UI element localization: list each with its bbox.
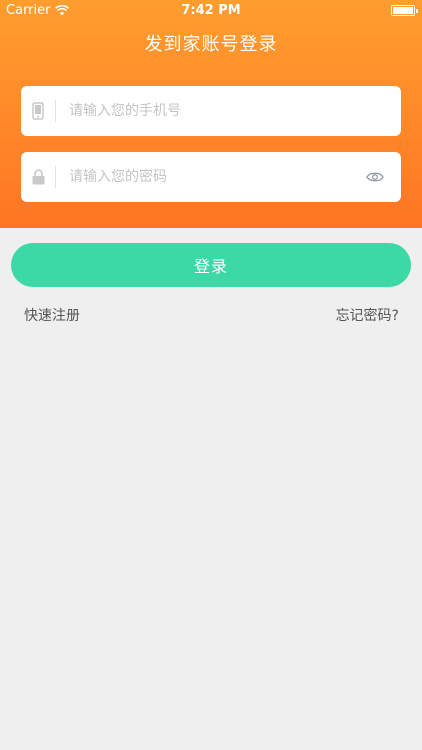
login-button[interactable]: 登录 xyxy=(11,243,411,287)
phone-field xyxy=(21,86,401,136)
status-bar: Carrier 7:42 PM xyxy=(0,0,422,22)
clock: 7:42 PM xyxy=(181,3,241,18)
phone-input[interactable] xyxy=(67,102,401,120)
register-link[interactable]: 快速注册 xyxy=(24,305,80,325)
password-input[interactable] xyxy=(67,168,349,186)
field-divider xyxy=(55,100,56,122)
phone-icon xyxy=(21,102,55,120)
header-banner: Carrier 7:42 PM 发到家账号登录 xyxy=(0,0,422,228)
page-title: 发到家账号登录 xyxy=(144,34,278,55)
lock-icon xyxy=(21,169,55,185)
battery-icon xyxy=(391,5,418,16)
forgot-password-link[interactable]: 忘记密码? xyxy=(336,305,399,325)
password-field xyxy=(21,152,401,202)
eye-icon[interactable] xyxy=(349,171,401,183)
field-divider xyxy=(55,166,56,188)
